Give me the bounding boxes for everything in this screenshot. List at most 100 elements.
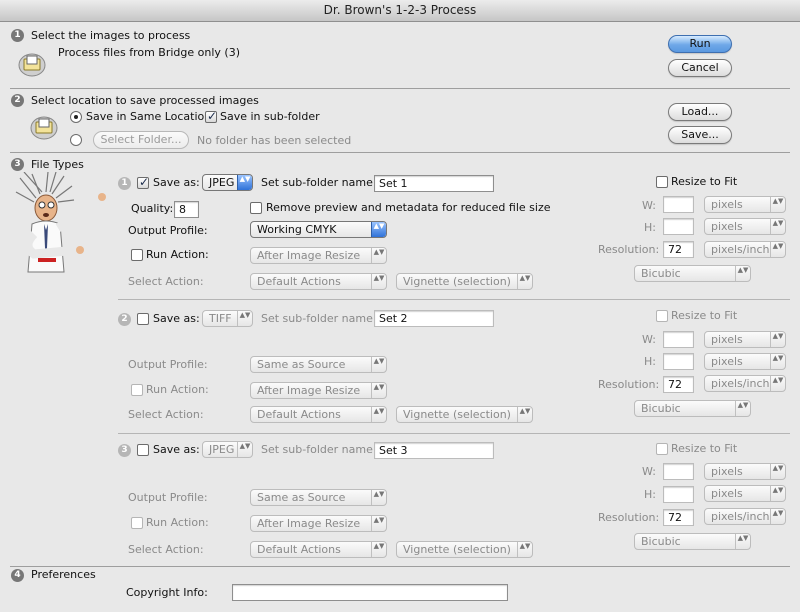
chevron-updown-icon: ▲▼ (517, 407, 532, 422)
set-1-run-action-checkbox[interactable] (131, 249, 143, 261)
set-1-format-select[interactable]: JPEG ▲▼ (202, 174, 253, 191)
process-source-text: Process files from Bridge only (3) (58, 46, 240, 59)
section-3-title: File Types (31, 158, 84, 171)
set-2-output-profile-select[interactable]: Same as Source ▲▼ (250, 356, 387, 373)
set-1-w-unit-value: pixels (711, 198, 743, 211)
set-3-resolution-unit-select[interactable]: pixels/inch ▲▼ (704, 508, 786, 525)
step-2-badge: 2 (11, 94, 24, 107)
chevron-updown-icon: ▲▼ (371, 407, 386, 422)
load-button[interactable]: Load... (668, 103, 732, 121)
cancel-button[interactable]: Cancel (668, 59, 732, 77)
set-1-interp-value: Bicubic (641, 267, 681, 280)
section-1-title: Select the images to process (31, 29, 191, 42)
set-1-height-unit-select[interactable]: pixels ▲▼ (704, 218, 786, 235)
set-1-save-as-checkbox[interactable] (137, 175, 149, 189)
select-folder-button[interactable]: Select Folder... (93, 131, 189, 149)
set-2-width-unit-select[interactable]: pixels ▲▼ (704, 331, 786, 348)
set-2-action-select[interactable]: Vignette (selection) ▲▼ (396, 406, 533, 423)
set-1-width-input[interactable] (663, 196, 694, 213)
set-2-height-unit-select[interactable]: pixels ▲▼ (704, 353, 786, 370)
save-sub-folder-label: Save in sub-folder (220, 110, 320, 123)
set-3-format-value: JPEG (209, 443, 235, 456)
run-button[interactable]: Run (668, 35, 732, 53)
set-1-badge: 1 (118, 177, 131, 190)
set-2-subfolder-input[interactable]: Set 2 (374, 310, 494, 327)
set-1-output-profile-select[interactable]: Working CMYK ▲▼ (250, 221, 387, 238)
set-3-save-as-checkbox[interactable] (137, 444, 149, 456)
set-3-interpolation-select[interactable]: Bicubic ▲▼ (634, 533, 751, 550)
set-1-action-set-select[interactable]: Default Actions ▲▼ (250, 273, 387, 290)
set-2-resolution-input[interactable]: 72 (663, 376, 694, 393)
set-1-resolution-input[interactable]: 72 (663, 241, 694, 258)
set-3-w-unit-value: pixels (711, 465, 743, 478)
step-3-badge: 3 (11, 158, 24, 171)
set-3-width-input[interactable] (663, 463, 694, 480)
window-title: Dr. Brown's 1-2-3 Process (0, 0, 800, 22)
chevron-updown-icon: ▲▼ (770, 486, 785, 501)
set-3-res-unit-value: pixels/inch (711, 510, 770, 523)
set-1-action-value: Vignette (selection) (403, 275, 511, 288)
set-1-interpolation-select[interactable]: Bicubic ▲▼ (634, 265, 751, 282)
set-3-action-set-select[interactable]: Default Actions ▲▼ (250, 541, 387, 558)
set-3-height-unit-select[interactable]: pixels ▲▼ (704, 485, 786, 502)
save-settings-button[interactable]: Save... (668, 126, 732, 144)
set-1-height-input[interactable] (663, 218, 694, 235)
save-same-location-radio[interactable] (70, 111, 82, 123)
quality-input[interactable]: 8 (174, 201, 199, 218)
set-3-resolution-label: Resolution: (598, 511, 660, 524)
set-1-resolution-unit-select[interactable]: pixels/inch ▲▼ (704, 241, 786, 258)
set-3-width-unit-select[interactable]: pixels ▲▼ (704, 463, 786, 480)
chevron-updown-icon: ▲▼ (770, 219, 785, 234)
set-2-run-action-label: Run Action: (146, 383, 209, 396)
set-2-interp-value: Bicubic (641, 402, 681, 415)
set-2-width-input[interactable] (663, 331, 694, 348)
set-2-format-value: TIFF (209, 312, 232, 325)
set-3-height-input[interactable] (663, 486, 694, 503)
set-3-interp-value: Bicubic (641, 535, 681, 548)
set-2-interpolation-select[interactable]: Bicubic ▲▼ (634, 400, 751, 417)
set-3-subfolder-label: Set sub-folder name: (261, 443, 377, 456)
divider (118, 299, 790, 300)
remove-preview-checkbox[interactable] (250, 202, 262, 214)
set-2-subfolder-label: Set sub-folder name: (261, 312, 377, 325)
set-3-run-when-select[interactable]: After Image Resize ▲▼ (250, 515, 387, 532)
set-1-profile-value: Working CMYK (257, 223, 337, 236)
set-3-action-select[interactable]: Vignette (selection) ▲▼ (396, 541, 533, 558)
set-1-select-action-label: Select Action: (128, 275, 204, 288)
set-1-run-when-select[interactable]: After Image Resize ▲▼ (250, 247, 387, 264)
set-3-run-action-checkbox[interactable] (131, 517, 143, 529)
set-3-h-label: H: (644, 488, 656, 501)
set-3-badge: 3 (118, 444, 131, 457)
set-3-format-select[interactable]: JPEG ▲▼ (202, 441, 253, 458)
chevron-updown-icon: ▲▼ (770, 354, 785, 369)
set-2-run-when-select[interactable]: After Image Resize ▲▼ (250, 382, 387, 399)
set-1-subfolder-input[interactable]: Set 1 (374, 175, 494, 192)
set-1-h-label: H: (644, 221, 656, 234)
set-1-output-profile-label: Output Profile: (128, 224, 208, 237)
chevron-updown-icon: ▲▼ (517, 274, 532, 289)
set-3-output-profile-select[interactable]: Same as Source ▲▼ (250, 489, 387, 506)
set-2-height-input[interactable] (663, 353, 694, 370)
chevron-updown-icon: ▲▼ (770, 509, 785, 524)
set-1-action-select[interactable]: Vignette (selection) ▲▼ (396, 273, 533, 290)
set-3-resolution-input[interactable]: 72 (663, 509, 694, 526)
section-4-title: Preferences (31, 568, 96, 581)
set-2-actions-value: Default Actions (257, 408, 341, 421)
set-2-res-unit-value: pixels/inch (711, 377, 770, 390)
set-1-resize-checkbox[interactable] (656, 176, 668, 188)
set-1-subfolder-label: Set sub-folder name: (261, 176, 377, 189)
set-1-width-unit-select[interactable]: pixels ▲▼ (704, 196, 786, 213)
step-4-badge: 4 (11, 569, 24, 582)
save-sub-folder-checkbox[interactable] (205, 109, 217, 123)
copyright-input[interactable] (232, 584, 508, 601)
set-2-action-set-select[interactable]: Default Actions ▲▼ (250, 406, 387, 423)
set-2-save-as-checkbox[interactable] (137, 313, 149, 325)
set-2-resize-checkbox[interactable] (656, 310, 668, 322)
set-2-run-action-checkbox[interactable] (131, 384, 143, 396)
set-2-resolution-unit-select[interactable]: pixels/inch ▲▼ (704, 375, 786, 392)
copyright-label: Copyright Info: (126, 586, 208, 599)
select-folder-radio[interactable] (70, 134, 82, 146)
set-3-resize-checkbox[interactable] (656, 443, 668, 455)
set-2-format-select[interactable]: TIFF ▲▼ (202, 310, 253, 327)
set-3-subfolder-input[interactable]: Set 3 (374, 442, 494, 459)
